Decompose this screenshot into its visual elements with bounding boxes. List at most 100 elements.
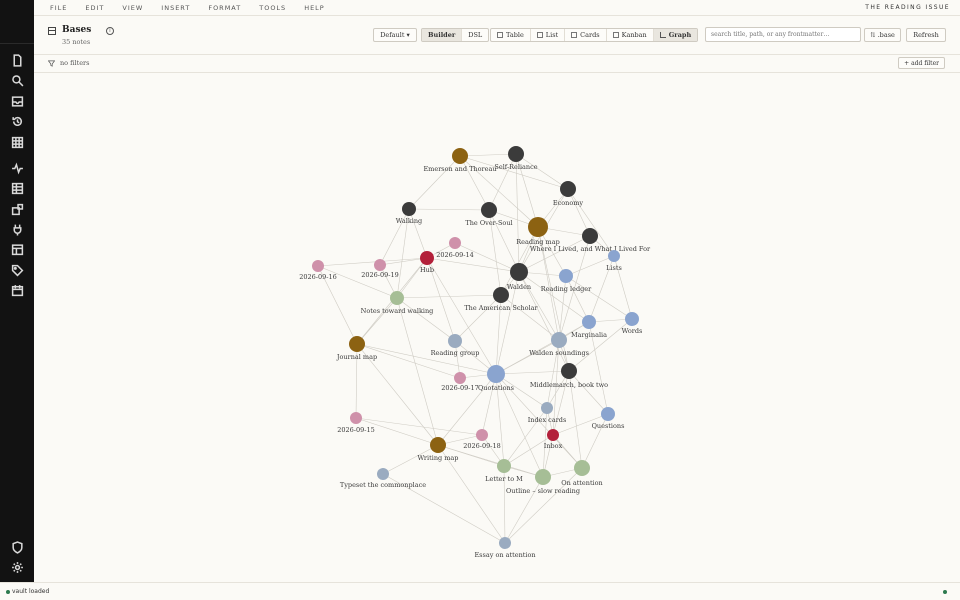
graph-node-dot[interactable] (430, 437, 446, 453)
graph-node-dot[interactable] (551, 332, 567, 348)
graph-node-readingmap[interactable]: Reading map (516, 217, 560, 246)
graph-node-dot[interactable] (452, 148, 468, 164)
menu-edit[interactable]: EDIT (85, 4, 104, 12)
graph-node-notesww[interactable]: Notes toward walking (361, 291, 434, 315)
graph-node-dot[interactable] (448, 334, 462, 348)
tab-dsl[interactable]: DSL (462, 29, 488, 41)
graph-node-dot[interactable] (510, 263, 528, 281)
add-filter-button[interactable]: + add filter (898, 57, 945, 69)
graph-node-dot[interactable] (508, 146, 524, 162)
graph-node-dot[interactable] (601, 407, 615, 421)
menu-file[interactable]: FILE (50, 4, 67, 12)
graph-node-readgroup[interactable]: Reading group (431, 334, 480, 357)
graph-node-dot[interactable] (547, 429, 559, 441)
graph-node-dot[interactable] (402, 202, 416, 216)
menu-tools[interactable]: TOOLS (259, 4, 286, 12)
graph-node-walking[interactable]: Walking (396, 202, 422, 225)
tab-table[interactable]: Table (491, 29, 531, 41)
graph-node-dot[interactable] (541, 402, 553, 414)
graph-node-d0916[interactable]: 2026-09-16 (299, 260, 337, 281)
graph-node-dot[interactable] (374, 259, 386, 271)
graph-node-middlemarch[interactable]: Middlemarch, book two (530, 363, 608, 389)
graph-node-dot[interactable] (377, 468, 389, 480)
graph-node-dot[interactable] (559, 269, 573, 283)
graph-node-d0915[interactable]: 2026-09-15 (337, 412, 375, 434)
graph-node-dot[interactable] (625, 312, 639, 326)
graph-node-dot[interactable] (350, 412, 362, 424)
activity-icon[interactable] (8, 159, 26, 177)
graph-node-dot[interactable] (454, 372, 466, 384)
tab-cards[interactable]: Cards (565, 29, 607, 41)
graph-node-dot[interactable] (582, 228, 598, 244)
graph-node-emerson[interactable]: Emerson and Thoreau (423, 148, 497, 173)
graph-node-dot[interactable] (561, 363, 577, 379)
graph-canvas[interactable]: Emerson and Thoreau Self-Reliance Economy W… (34, 74, 960, 582)
refresh-button[interactable]: Refresh (906, 28, 946, 42)
menu-format[interactable]: FORMAT (208, 4, 241, 12)
graph-node-marginalia[interactable]: Marginalia (571, 315, 607, 339)
tab-graph[interactable]: Graph (653, 29, 698, 41)
graph-node-d0919[interactable]: 2026-09-19 (361, 259, 399, 279)
history-icon[interactable] (8, 112, 26, 130)
graph-node-d0917[interactable]: 2026-09-17 (441, 372, 479, 392)
graph-node-essay[interactable]: Essay on attention (474, 537, 536, 559)
graph-node-dot[interactable] (476, 429, 488, 441)
graph-svg[interactable]: Emerson and ThoreauSelf-Reliance Economy W… (34, 74, 960, 582)
graph-node-dot[interactable] (349, 336, 365, 352)
graph-node-letterm[interactable]: Letter to M (485, 459, 523, 483)
graph-node-dot[interactable] (312, 260, 324, 272)
graph-node-quotations[interactable]: Quotations (478, 365, 514, 392)
graph-node-dot[interactable] (535, 469, 551, 485)
default-view-dropdown[interactable]: Default ▾ (373, 28, 417, 42)
graph-node-onattention[interactable]: On attention (561, 460, 603, 487)
menu-help[interactable]: HELP (304, 4, 325, 12)
search-input[interactable] (705, 27, 861, 42)
graph-node-dot[interactable] (582, 315, 596, 329)
tag-icon[interactable] (8, 261, 26, 279)
graph-node-dot[interactable] (449, 237, 461, 249)
table-icon[interactable] (8, 179, 26, 197)
inbox-icon[interactable] (8, 92, 26, 110)
base-file-button[interactable]: ⇅ .base (864, 28, 901, 42)
tab-kanban[interactable]: Kanban (607, 29, 654, 41)
graph-node-ledger[interactable]: Reading ledger (541, 269, 592, 293)
graph-node-hub[interactable]: Hub (420, 251, 434, 274)
calendar-icon[interactable] (8, 281, 26, 299)
graph-node-dot[interactable] (487, 365, 505, 383)
graph-node-dot[interactable] (481, 202, 497, 218)
graph-node-dot[interactable] (493, 287, 509, 303)
tab-list[interactable]: List (531, 29, 566, 41)
graph-node-dot[interactable] (390, 291, 404, 305)
graph-node-d0918[interactable]: 2026-09-18 (463, 429, 501, 450)
graph-node-dot[interactable] (528, 217, 548, 237)
graph-node-typeset[interactable]: Typeset the commonplace (340, 468, 426, 489)
graph-node-dot[interactable] (497, 459, 511, 473)
search-icon[interactable] (8, 71, 26, 89)
graph-node-dot[interactable] (499, 537, 511, 549)
menu-view[interactable]: VIEW (122, 4, 143, 12)
graph-node-d0914[interactable]: 2026-09-14 (436, 237, 474, 259)
graph-node-label: Economy (553, 199, 584, 207)
plugin-icon[interactable] (8, 200, 26, 218)
graph-node-dot[interactable] (608, 250, 620, 262)
plug-icon[interactable] (8, 220, 26, 238)
shield-icon[interactable] (8, 538, 26, 556)
grid-icon[interactable] (8, 133, 26, 151)
graph-node-words[interactable]: Words (622, 312, 643, 335)
graph-node-economy[interactable]: Economy (553, 181, 584, 207)
graph-node-lists[interactable]: Lists (606, 250, 622, 272)
graph-node-dot[interactable] (574, 460, 590, 476)
graph-node-label: Words (622, 327, 643, 335)
table-view-icon (48, 27, 56, 35)
file-icon[interactable] (8, 51, 26, 69)
calendar-grid-icon[interactable] (8, 240, 26, 258)
graph-edge (426, 257, 520, 273)
tab-builder[interactable]: Builder (422, 29, 463, 41)
graph-node-dot[interactable] (560, 181, 576, 197)
info-icon[interactable]: i (106, 27, 114, 35)
graph-node-dot[interactable] (420, 251, 434, 265)
gear-icon[interactable] (8, 558, 26, 576)
menu-insert[interactable]: INSERT (161, 4, 190, 12)
graph-node-oversoul[interactable]: The Over-Soul (465, 202, 513, 227)
graph-node-selfreliance[interactable]: Self-Reliance (494, 146, 538, 171)
